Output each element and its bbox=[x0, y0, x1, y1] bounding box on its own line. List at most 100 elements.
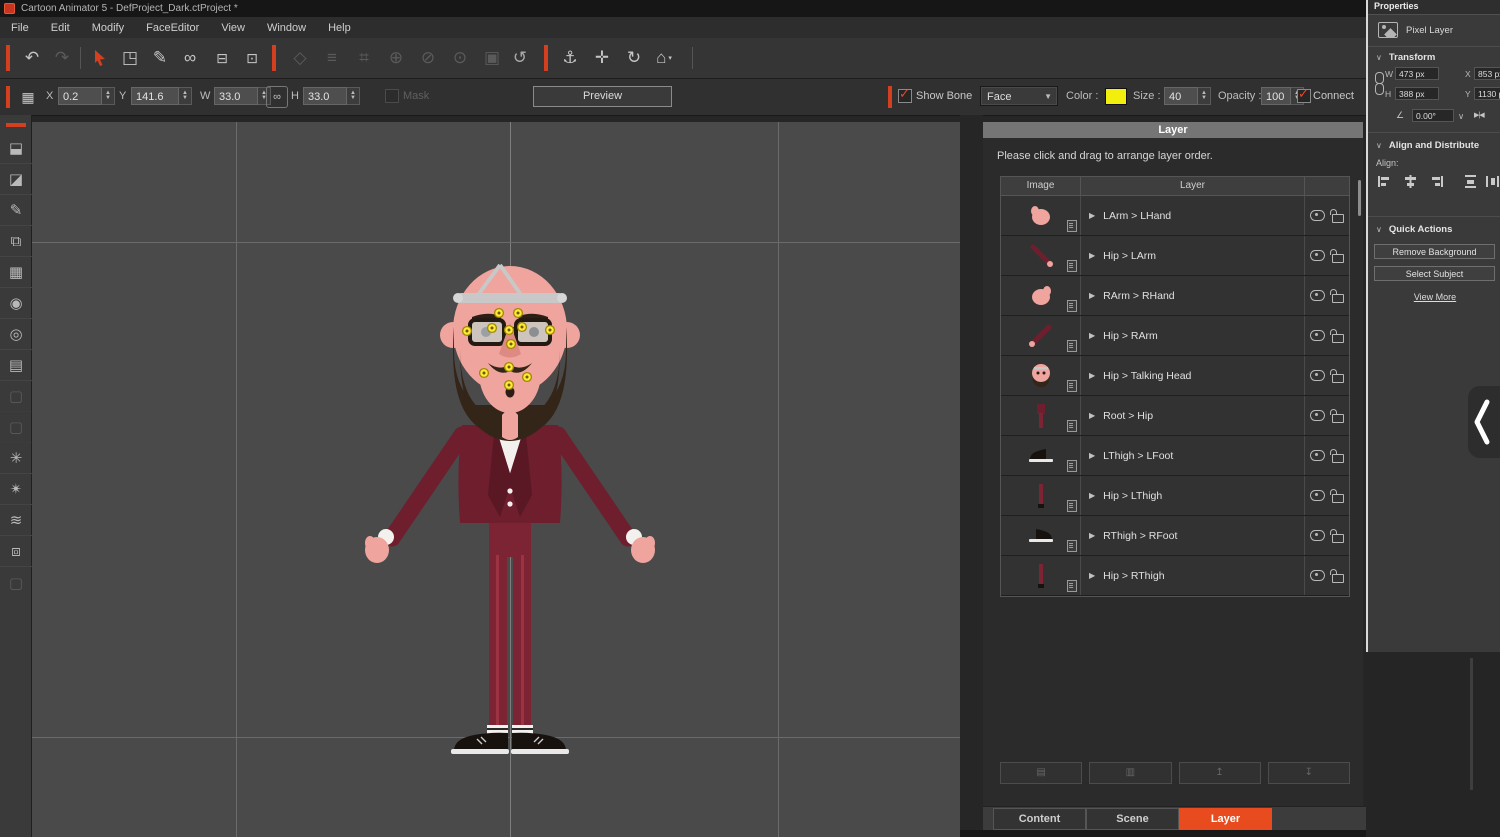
layer-row[interactable]: ▶LArm > LHand bbox=[1001, 196, 1349, 236]
anchor-icon[interactable]: ⚓ bbox=[556, 44, 584, 72]
bone-color-swatch[interactable] bbox=[1105, 88, 1127, 105]
bone-group-dropdown[interactable]: Face ▼ bbox=[980, 86, 1058, 106]
visibility-eye-icon[interactable] bbox=[1310, 530, 1325, 541]
unlock-icon[interactable] bbox=[1332, 294, 1344, 303]
unlock-icon[interactable] bbox=[1332, 534, 1344, 543]
character-figure[interactable] bbox=[350, 255, 670, 765]
unlock-icon[interactable] bbox=[1332, 374, 1344, 383]
visibility-eye-icon[interactable] bbox=[1310, 250, 1325, 261]
layer-row[interactable]: ▶Hip > RThigh bbox=[1001, 556, 1349, 596]
layer-manager-icon[interactable]: ⧈ bbox=[0, 536, 32, 567]
keyboard-puppet-icon[interactable]: ▤ bbox=[0, 350, 32, 381]
flip-horizontal-icon[interactable]: ▶|◀ bbox=[1474, 111, 1484, 119]
home-tool-icon[interactable]: ⌂▾ bbox=[650, 44, 678, 72]
expand-triangle-icon[interactable]: ▶ bbox=[1089, 411, 1095, 420]
wh-link-icon[interactable]: ∞ bbox=[266, 86, 288, 108]
visibility-eye-icon[interactable] bbox=[1310, 490, 1325, 501]
expand-triangle-icon[interactable]: ▶ bbox=[1089, 491, 1095, 500]
menu-window[interactable]: Window bbox=[256, 18, 317, 38]
menu-faceeditor[interactable]: FaceEditor bbox=[135, 18, 210, 38]
link-dimensions-icon[interactable] bbox=[1375, 72, 1383, 98]
menu-edit[interactable]: Edit bbox=[40, 18, 81, 38]
visibility-eye-icon[interactable] bbox=[1310, 410, 1325, 421]
tab-layer[interactable]: Layer bbox=[1179, 808, 1272, 830]
layer-row[interactable]: ▶Hip > LArm bbox=[1001, 236, 1349, 276]
link-tool-icon[interactable]: ∞ bbox=[176, 44, 204, 72]
view-more-link[interactable]: View More bbox=[1368, 292, 1500, 302]
align-center-horizontal-icon[interactable] bbox=[1404, 175, 1417, 188]
layer-row[interactable]: ▶Hip > Talking Head bbox=[1001, 356, 1349, 396]
align-right-icon[interactable] bbox=[1430, 175, 1443, 188]
preview-button[interactable]: Preview bbox=[533, 86, 672, 107]
distribute-horizontal-icon[interactable] bbox=[1486, 175, 1499, 188]
show-bone-checkbox[interactable] bbox=[898, 89, 912, 103]
bone-grid-icon[interactable]: ▦ bbox=[14, 83, 42, 111]
unlock-icon[interactable] bbox=[1332, 414, 1344, 423]
menu-view[interactable]: View bbox=[210, 18, 256, 38]
visibility-eye-icon[interactable] bbox=[1310, 370, 1325, 381]
unlock-icon[interactable] bbox=[1332, 454, 1344, 463]
align-left-icon[interactable] bbox=[1378, 175, 1391, 188]
panel-collapse-handle[interactable] bbox=[1468, 386, 1500, 458]
tab-content[interactable]: Content bbox=[993, 808, 1086, 830]
y-field-spinner[interactable]: ▲▼ bbox=[179, 87, 192, 105]
transform-section-header[interactable]: ∨Transform bbox=[1376, 52, 1435, 63]
collapse-box-icon[interactable]: ⊟ bbox=[208, 44, 236, 72]
unlock-icon[interactable] bbox=[1332, 254, 1344, 263]
h-field-spinner[interactable]: ▲▼ bbox=[347, 87, 360, 105]
move-tool-icon[interactable]: ✛ bbox=[588, 44, 616, 72]
visibility-eye-icon[interactable] bbox=[1310, 210, 1325, 221]
expand-triangle-icon[interactable]: ▶ bbox=[1089, 291, 1095, 300]
prop-w-value[interactable]: 473 px bbox=[1395, 67, 1439, 80]
paint-tool-icon[interactable]: ✎ bbox=[0, 195, 32, 226]
face-editor-icon[interactable]: ◉ bbox=[0, 288, 32, 319]
face-puppet-icon[interactable]: ◎ bbox=[0, 319, 32, 350]
sprite-editor-icon[interactable]: ▦ bbox=[0, 257, 32, 288]
tab-scene[interactable]: Scene bbox=[1086, 808, 1179, 830]
expand-triangle-icon[interactable]: ▶ bbox=[1089, 531, 1095, 540]
menu-modify[interactable]: Modify bbox=[81, 18, 135, 38]
connect-checkbox[interactable] bbox=[1297, 89, 1311, 103]
distribute-vertical-icon[interactable] bbox=[1464, 175, 1477, 188]
prop-y-value[interactable]: 1130 px bbox=[1474, 87, 1500, 100]
layer-row[interactable]: ▶LThigh > LFoot bbox=[1001, 436, 1349, 476]
w-field[interactable]: 33.0 ▲▼ bbox=[214, 87, 271, 105]
unlock-icon[interactable] bbox=[1332, 334, 1344, 343]
expand-triangle-icon[interactable]: ▶ bbox=[1089, 571, 1095, 580]
unlock-icon[interactable] bbox=[1332, 494, 1344, 503]
menu-file[interactable]: File bbox=[0, 18, 40, 38]
visibility-eye-icon[interactable] bbox=[1310, 330, 1325, 341]
rotate-tool-icon[interactable]: ↻ bbox=[620, 44, 648, 72]
stage-canvas[interactable] bbox=[32, 122, 960, 837]
layer-row[interactable]: ▶RArm > RHand bbox=[1001, 276, 1349, 316]
visibility-eye-icon[interactable] bbox=[1310, 450, 1325, 461]
prop-x-value[interactable]: 853 px bbox=[1474, 67, 1500, 80]
layer-row[interactable]: ▶Root > Hip bbox=[1001, 396, 1349, 436]
menu-help[interactable]: Help bbox=[317, 18, 362, 38]
expand-triangle-icon[interactable]: ▶ bbox=[1089, 451, 1095, 460]
stage-tool-icon[interactable]: ⬓ bbox=[0, 133, 32, 164]
expand-triangle-icon[interactable]: ▶ bbox=[1089, 331, 1095, 340]
layer-row[interactable]: ▶Hip > LThigh bbox=[1001, 476, 1349, 516]
unlock-icon[interactable] bbox=[1332, 214, 1344, 223]
x-field-spinner[interactable]: ▲▼ bbox=[102, 87, 115, 105]
expand-triangle-icon[interactable]: ▶ bbox=[1089, 251, 1095, 260]
size-field[interactable]: 40 ▲▼ bbox=[1164, 87, 1211, 105]
bone-editor-icon[interactable]: ✳ bbox=[0, 443, 32, 474]
prop-h-value[interactable]: 388 px bbox=[1395, 87, 1439, 100]
unlock-icon[interactable] bbox=[1332, 574, 1344, 583]
remove-background-button[interactable]: Remove Background bbox=[1374, 244, 1495, 259]
expand-triangle-icon[interactable]: ▶ bbox=[1089, 211, 1095, 220]
y-field[interactable]: 141.6 ▲▼ bbox=[131, 87, 192, 105]
undo-icon[interactable]: ↶ bbox=[18, 44, 46, 72]
prop-angle-value[interactable]: 0.00° bbox=[1412, 109, 1454, 122]
x-field[interactable]: 0.2 ▲▼ bbox=[58, 87, 115, 105]
layer-row[interactable]: ▶Hip > RArm bbox=[1001, 316, 1349, 356]
quick-actions-section-header[interactable]: ∨Quick Actions bbox=[1376, 224, 1452, 235]
select-cursor-icon[interactable] bbox=[86, 44, 114, 72]
layer-scrollbar-thumb[interactable] bbox=[1358, 180, 1361, 216]
transform-tool-icon[interactable]: ◳ bbox=[116, 44, 144, 72]
pen-tool-icon[interactable]: ✎ bbox=[146, 44, 174, 72]
visibility-eye-icon[interactable] bbox=[1310, 290, 1325, 301]
select-subject-button[interactable]: Select Subject bbox=[1374, 266, 1495, 281]
